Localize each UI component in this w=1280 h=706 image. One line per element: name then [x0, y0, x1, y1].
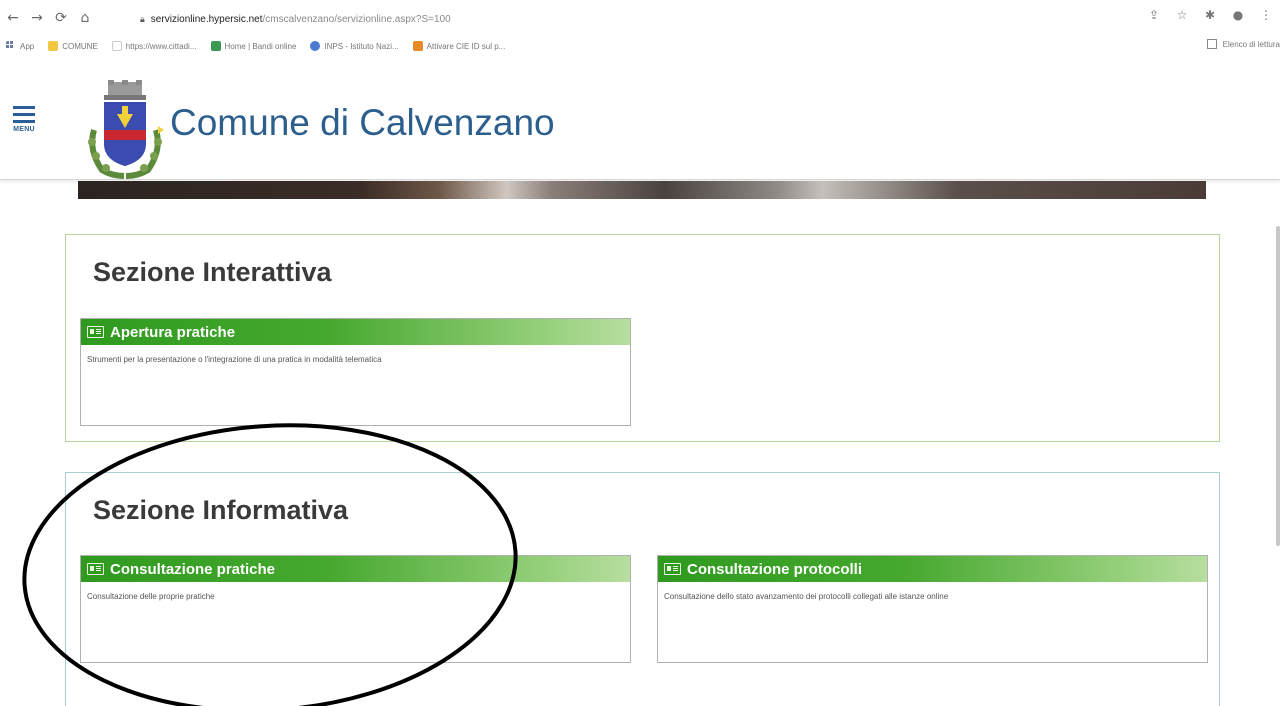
card-description: Consultazione dello stato avanzamento de… — [664, 592, 949, 601]
card-description: Strumenti per la presentazione o l'integ… — [87, 355, 382, 364]
address-bar[interactable]: 🔒︎ servizionline.hypersic.net /cmscalven… — [140, 8, 451, 30]
bookmark-label: Home | Bandi online — [224, 41, 297, 51]
menu-label: MENU — [13, 126, 35, 133]
card-title[interactable]: Apertura pratiche — [110, 324, 235, 341]
home-icon[interactable]: ⌂ — [74, 7, 96, 29]
bookmarks-bar: App COMUNE https://www.cittadi... Home |… — [0, 36, 1280, 56]
card-header[interactable]: Apertura pratiche — [81, 319, 630, 345]
bookmark-label: Attivare CIE ID sul p... — [426, 41, 506, 51]
reload-icon[interactable]: ⟳ — [50, 7, 72, 29]
bookmark-label: App — [20, 41, 35, 51]
page-scrollbar[interactable] — [1276, 226, 1280, 546]
page-icon — [111, 41, 122, 51]
star-icon[interactable]: ☆ — [1174, 8, 1190, 22]
menu-button[interactable]: MENU — [8, 106, 40, 142]
card-description: Consultazione delle proprie pratiche — [87, 592, 215, 601]
share-icon[interactable]: ⇪ — [1146, 8, 1162, 22]
card-consultazione-protocolli[interactable]: Consultazione protocolli Consultazione d… — [657, 555, 1208, 663]
cie-icon — [412, 41, 423, 51]
kebab-menu-icon[interactable]: ⋮ — [1258, 8, 1274, 22]
bookmark-label: INPS - Istituto Nazi... — [324, 41, 399, 51]
section-informativa: Sezione Informativa Consultazione pratic… — [65, 472, 1220, 706]
bandi-icon — [210, 41, 221, 51]
url-host: servizionline.hypersic.net — [150, 13, 263, 25]
municipal-crest-icon[interactable] — [84, 80, 166, 180]
profile-icon[interactable]: ● — [1230, 8, 1246, 22]
apps-grid-icon — [6, 41, 16, 51]
bookmark-cie[interactable]: Attivare CIE ID sul p... — [412, 41, 506, 51]
lock-icon: 🔒︎ — [140, 13, 145, 24]
card-header[interactable]: Consultazione protocolli — [658, 556, 1207, 582]
back-icon[interactable]: ← — [2, 7, 24, 29]
section-interattiva: Sezione Interattiva Apertura pratiche St… — [65, 234, 1220, 442]
inps-icon — [310, 41, 321, 51]
bookmark-cittadi[interactable]: https://www.cittadi... — [111, 41, 197, 51]
reading-list[interactable]: Elenco di lettura — [1206, 39, 1280, 49]
reading-list-icon — [1206, 39, 1217, 49]
id-card-icon — [87, 326, 104, 338]
section-title: Sezione Interattiva — [93, 257, 332, 287]
forward-icon[interactable]: → — [26, 7, 48, 29]
hamburger-bar — [13, 113, 35, 116]
extensions-icon[interactable]: ✱ — [1202, 8, 1218, 22]
url-path: /cmscalvenzano/servizionline.aspx?S=100 — [262, 13, 451, 25]
hamburger-bar — [13, 120, 35, 123]
bookmark-inps[interactable]: INPS - Istituto Nazi... — [310, 41, 399, 51]
bookmark-comune[interactable]: COMUNE — [48, 41, 98, 51]
card-apertura-pratiche[interactable]: Apertura pratiche Strumenti per la prese… — [80, 318, 631, 426]
hero-image — [78, 181, 1206, 199]
card-title[interactable]: Consultazione pratiche — [110, 561, 275, 578]
hamburger-icon — [13, 106, 35, 109]
site-header: MENU Comune di Calvenzano — [0, 56, 1280, 180]
id-card-icon — [87, 563, 104, 575]
card-title[interactable]: Consultazione protocolli — [687, 561, 862, 578]
bookmark-bandi[interactable]: Home | Bandi online — [210, 41, 297, 51]
folder-icon — [48, 41, 59, 51]
bookmark-label: COMUNE — [62, 41, 98, 51]
bookmark-label: https://www.cittadi... — [125, 41, 197, 51]
card-header[interactable]: Consultazione pratiche — [81, 556, 630, 582]
browser-toolbar: ← → ⟳ ⌂ 🔒︎ servizionline.hypersic.net /c… — [0, 0, 1280, 36]
reading-list-label: Elenco di lettura — [1222, 39, 1280, 49]
nav-buttons: ← → ⟳ ⌂ — [2, 7, 96, 29]
browser-actions: ⇪ ☆ ✱ ● ⋮ — [1146, 8, 1274, 22]
site-title[interactable]: Comune di Calvenzano — [170, 102, 555, 144]
id-card-icon — [664, 563, 681, 575]
bookmark-apps[interactable]: App — [6, 41, 34, 51]
card-consultazione-pratiche[interactable]: Consultazione pratiche Consultazione del… — [80, 555, 631, 663]
section-title: Sezione Informativa — [93, 495, 349, 525]
